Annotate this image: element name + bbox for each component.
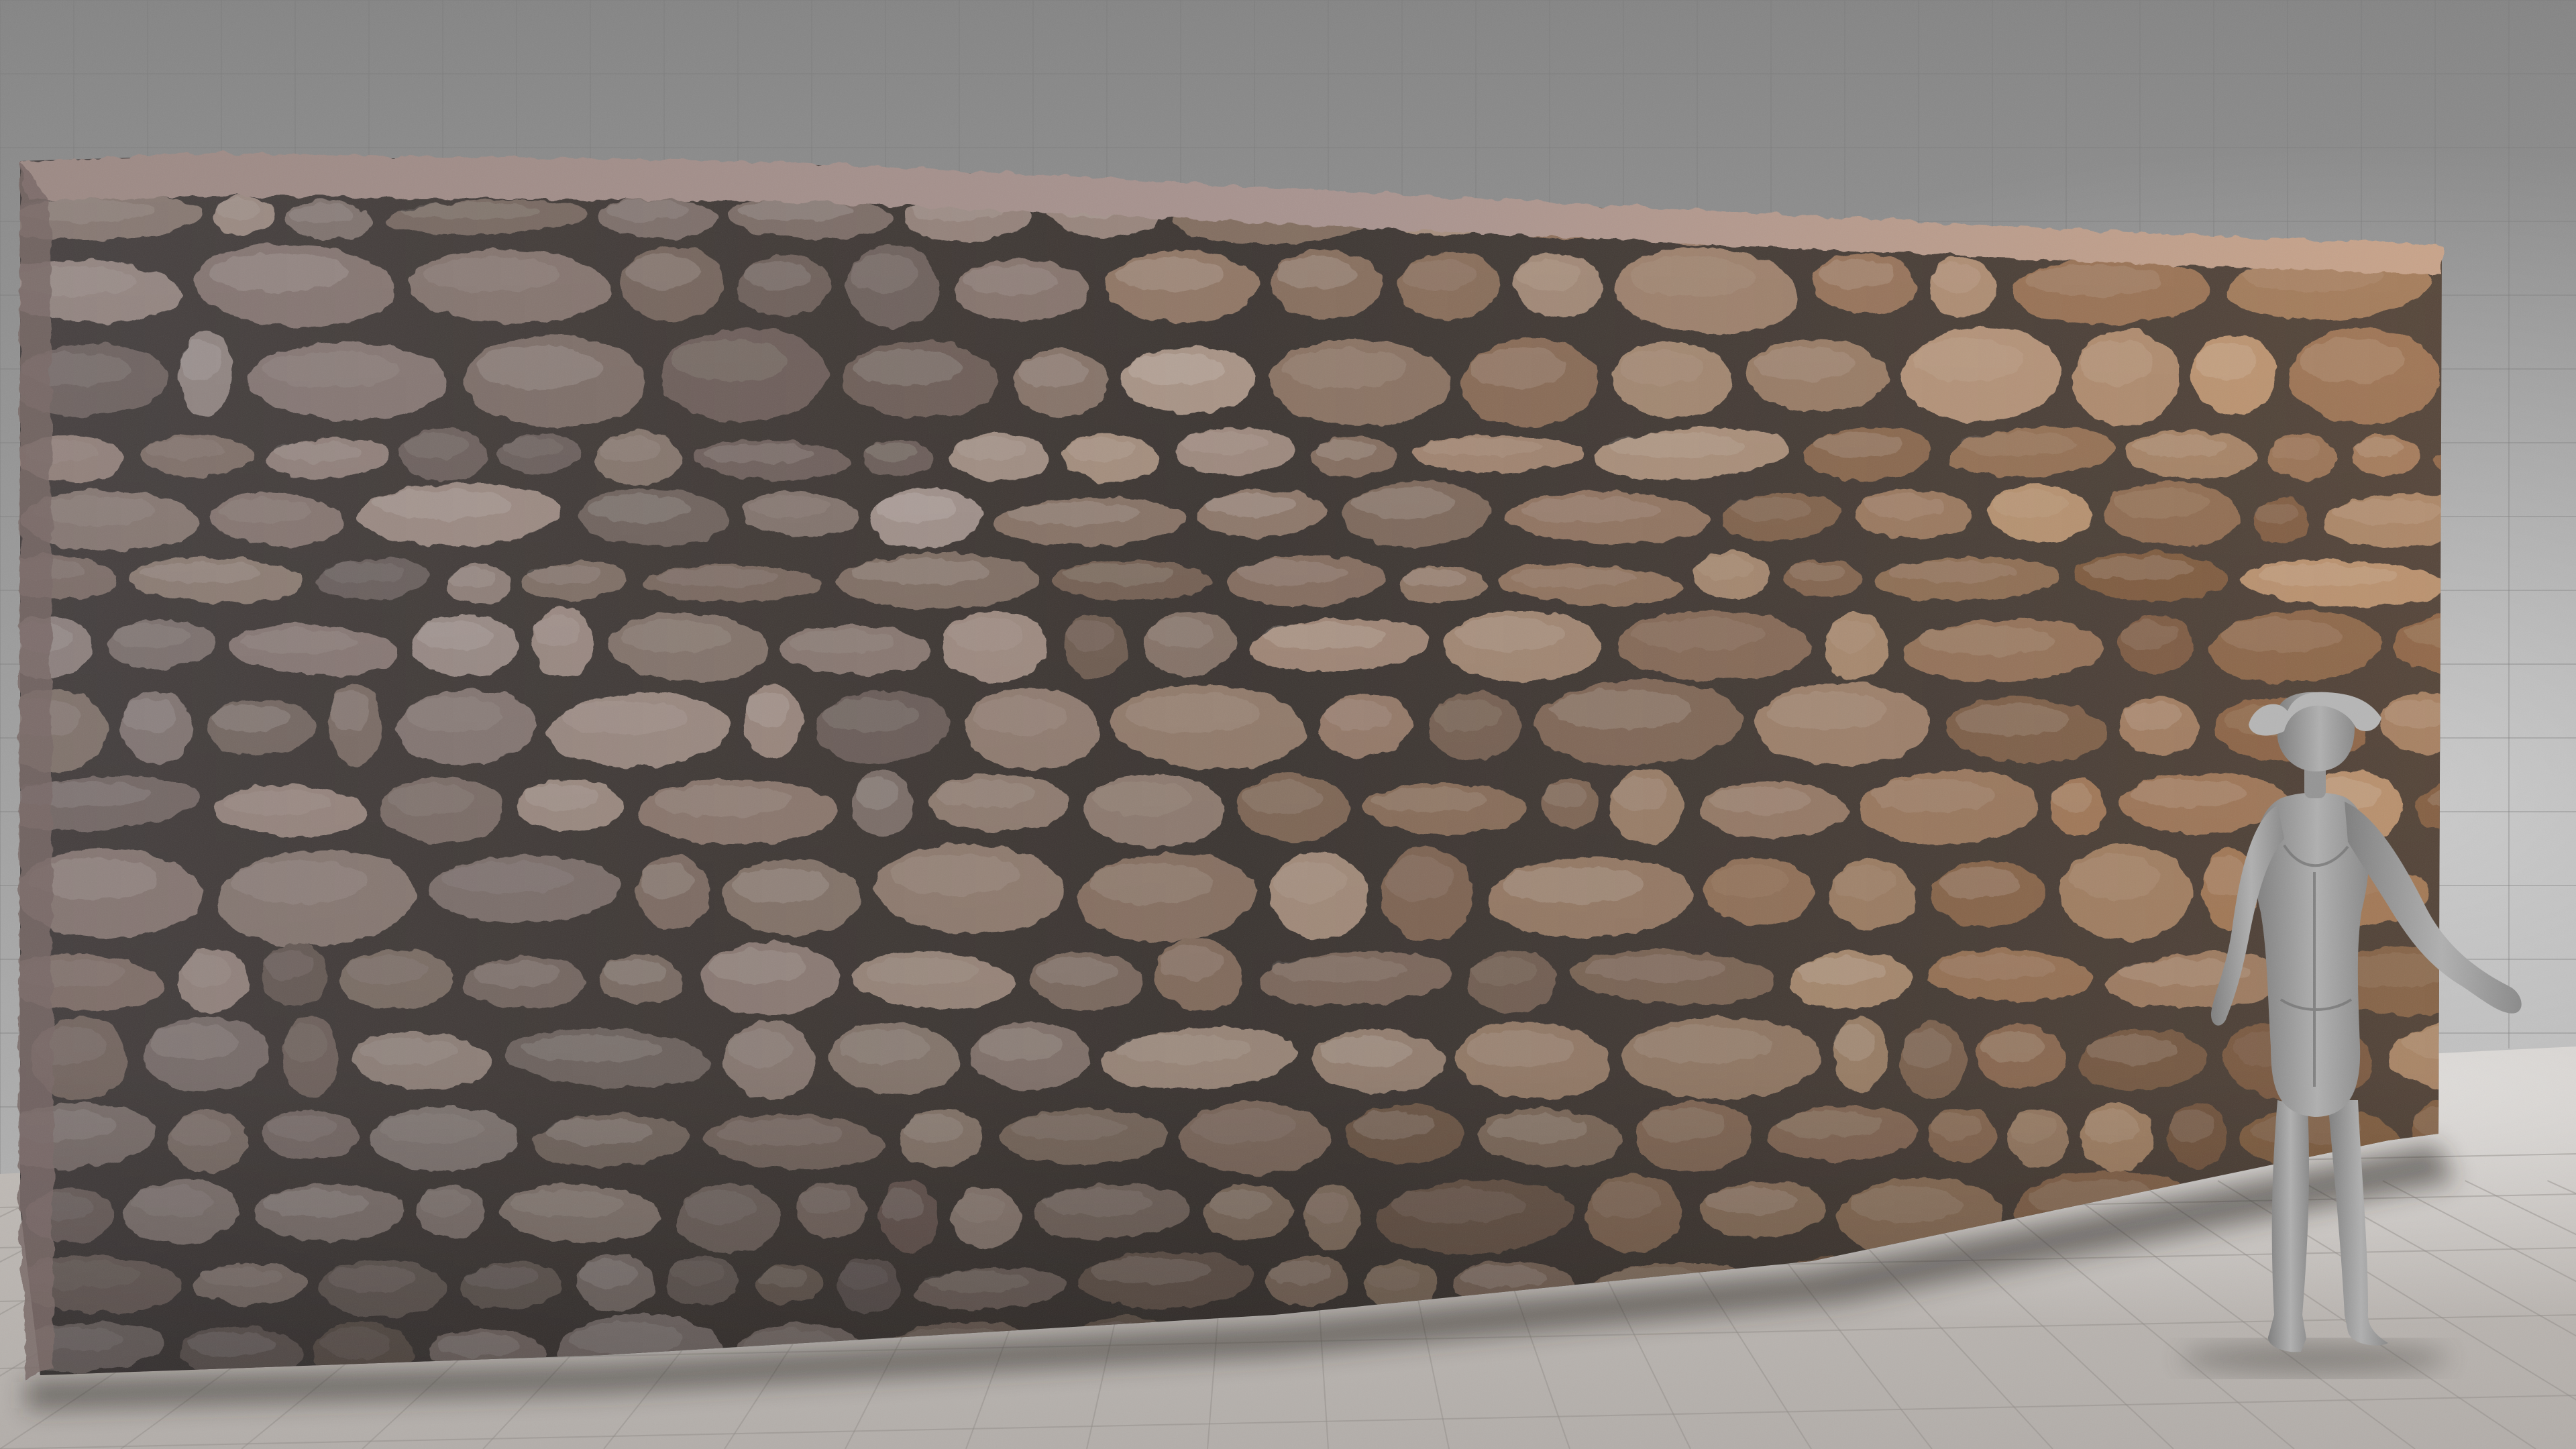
render-grain-overlay	[0, 0, 2576, 1449]
stone-wall-render	[0, 0, 2576, 1449]
render-viewport	[0, 0, 2576, 1449]
